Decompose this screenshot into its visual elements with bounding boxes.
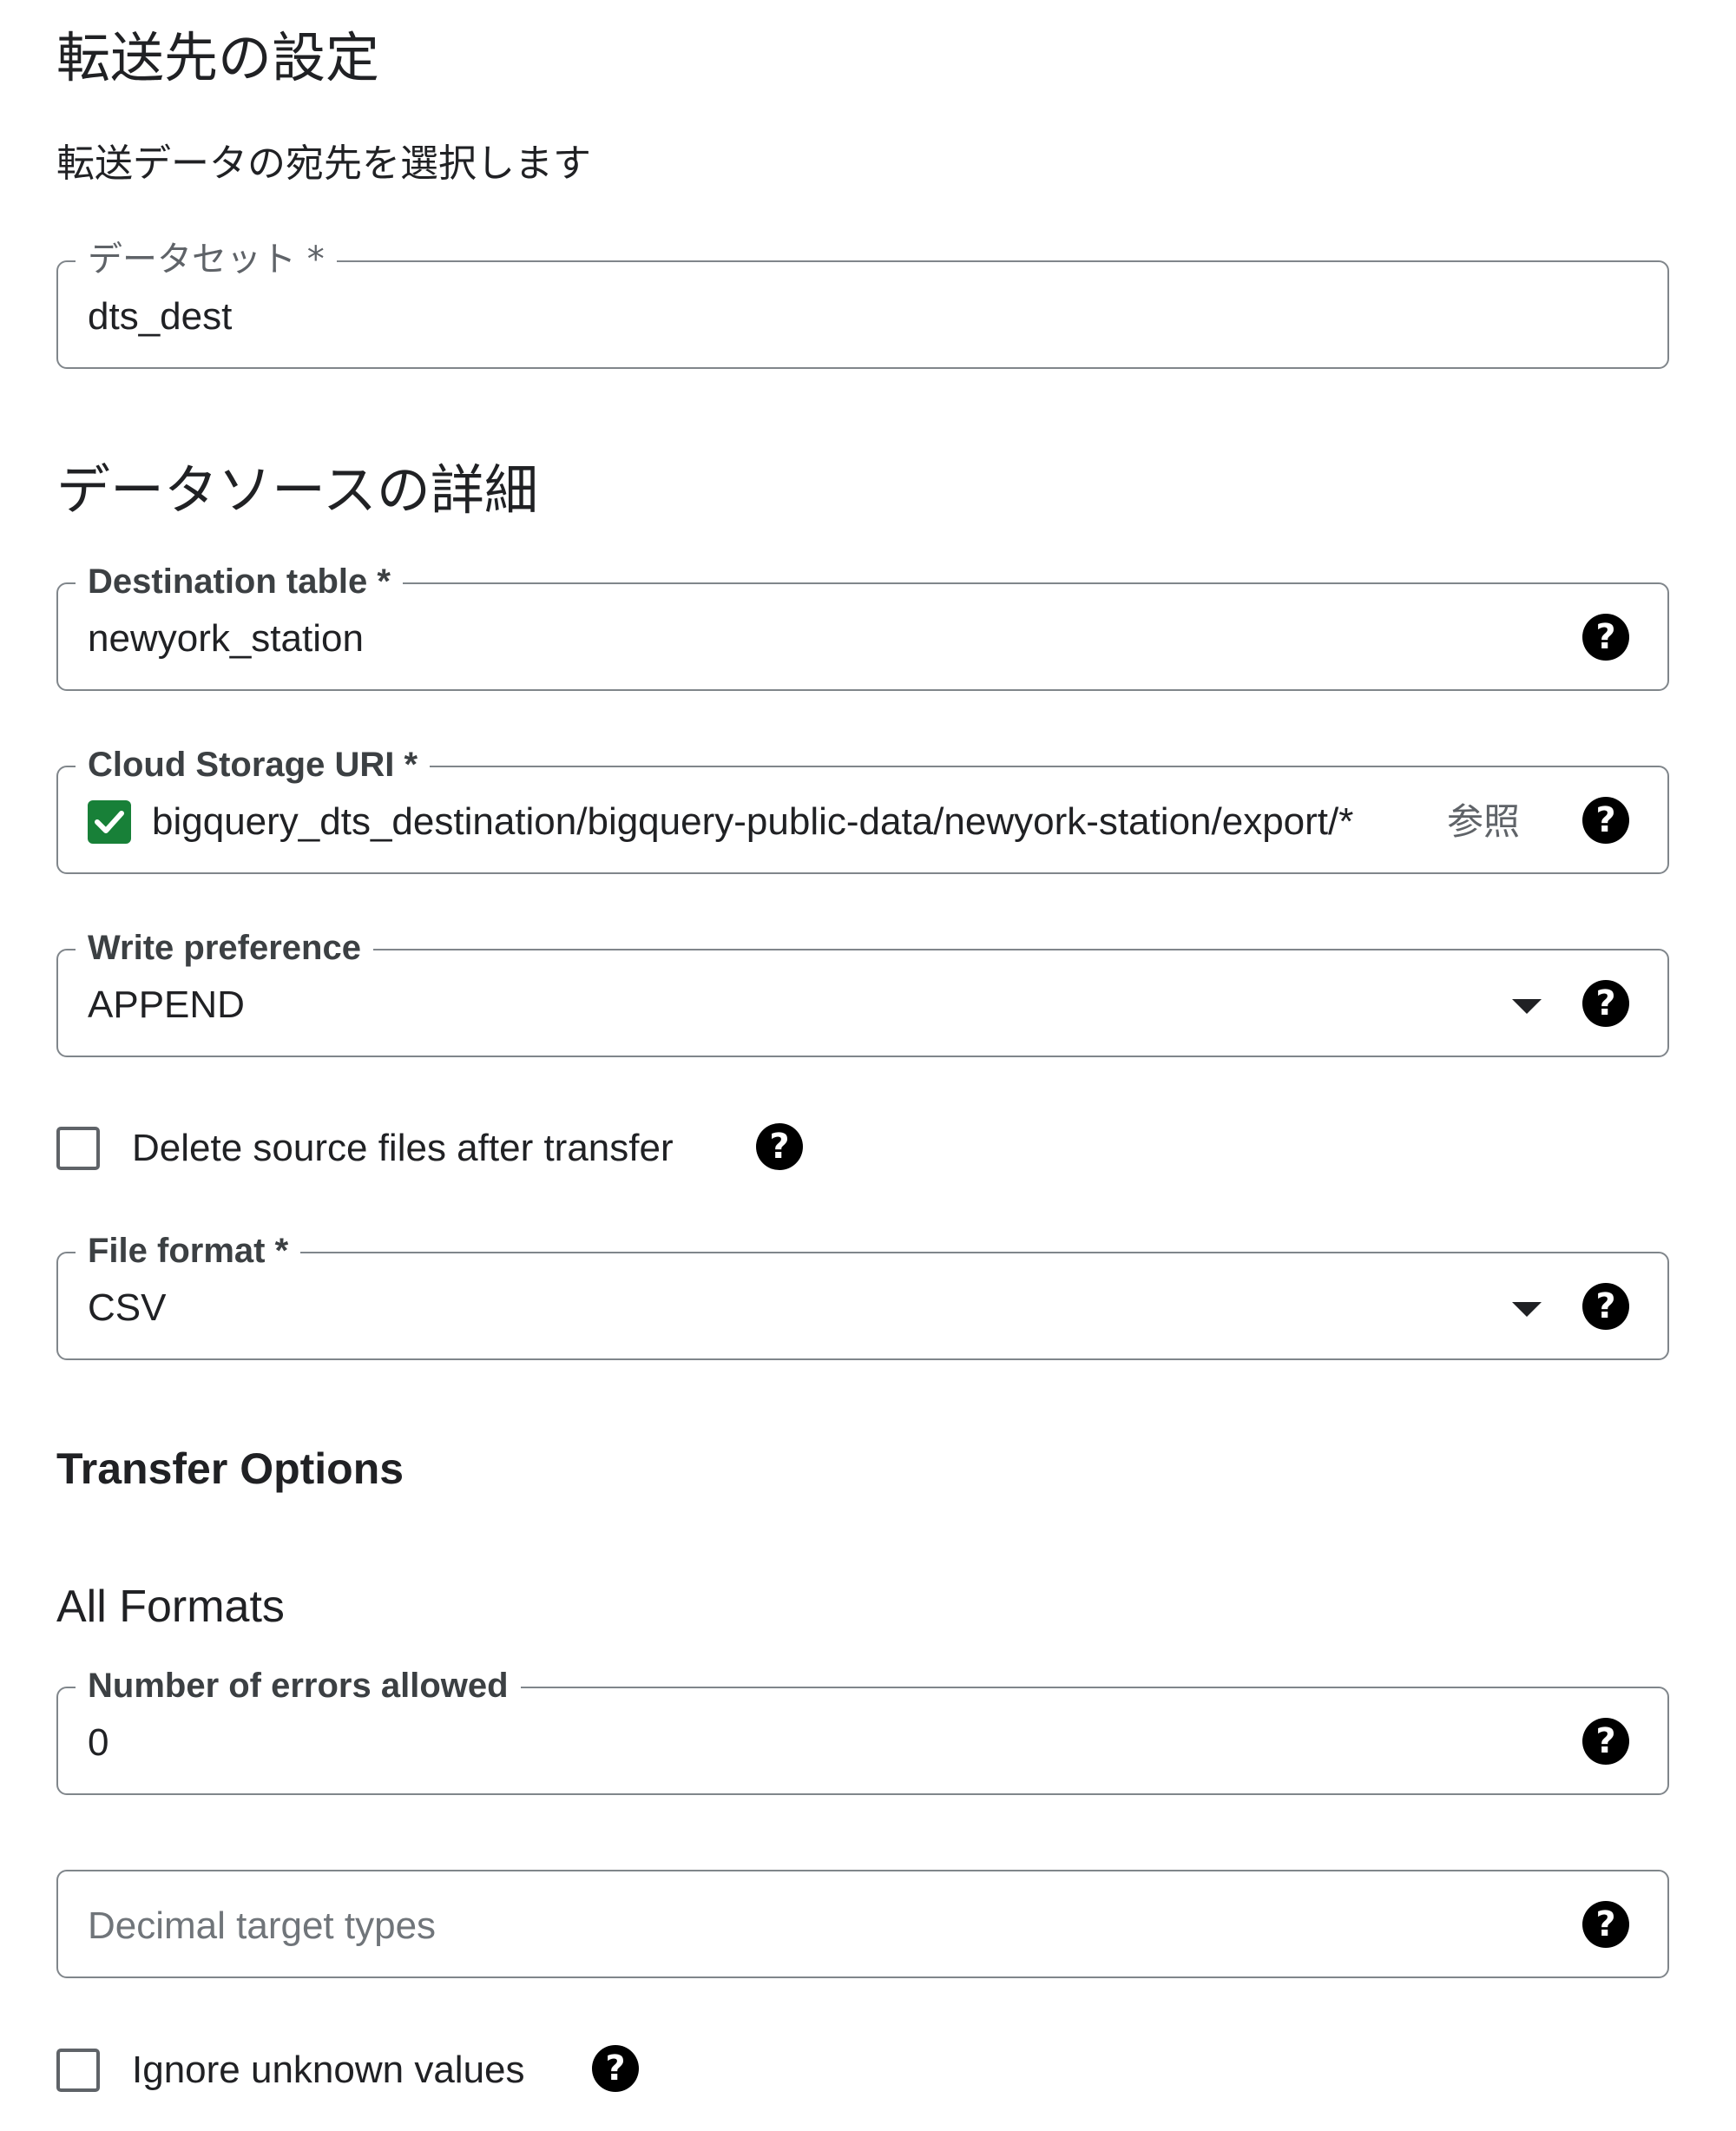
- file-format-label: File format *: [76, 1229, 301, 1273]
- all-formats-title: All Formats: [56, 1582, 285, 1632]
- file-format-value[interactable]: CSV: [88, 1286, 166, 1330]
- help-circle-icon[interactable]: ?: [756, 1123, 803, 1170]
- write-preference-value[interactable]: APPEND: [88, 983, 245, 1027]
- destination-section-subtitle: 転送データの宛先を選択します: [56, 141, 591, 186]
- check-icon: [88, 800, 131, 844]
- help-circle-icon[interactable]: ?: [1582, 614, 1629, 661]
- dataset-field[interactable]: データセット * dts_dest: [56, 238, 1669, 369]
- cloud-storage-uri-value[interactable]: bigquery_dts_destination/bigquery-public…: [152, 800, 1376, 844]
- destination-table-value[interactable]: newyork_station: [88, 617, 364, 661]
- delete-source-checkbox[interactable]: [56, 1127, 100, 1170]
- errors-allowed-label: Number of errors allowed: [76, 1664, 521, 1707]
- file-format-select[interactable]: File format * CSV ?: [56, 1229, 1669, 1360]
- delete-source-label: Delete source files after transfer: [132, 1127, 674, 1169]
- caret-down-icon[interactable]: [1512, 999, 1542, 1014]
- help-circle-icon[interactable]: ?: [1582, 1718, 1629, 1765]
- help-circle-icon[interactable]: ?: [1582, 797, 1629, 844]
- errors-allowed-field[interactable]: Number of errors allowed 0 ?: [56, 1664, 1669, 1795]
- ignore-unknown-checkbox[interactable]: [56, 2049, 100, 2092]
- destination-table-label: Destination table *: [76, 560, 403, 603]
- browse-button[interactable]: 参照: [1447, 800, 1520, 844]
- decimal-target-types-placeholder[interactable]: Decimal target types: [88, 1904, 436, 1948]
- destination-table-field[interactable]: Destination table * newyork_station ?: [56, 560, 1669, 691]
- write-preference-select[interactable]: Write preference APPEND ?: [56, 926, 1669, 1057]
- transfer-options-title: Transfer Options: [56, 1444, 404, 1493]
- decimal-target-types-field[interactable]: Decimal target types ?: [56, 1870, 1669, 1978]
- caret-down-icon[interactable]: [1512, 1302, 1542, 1317]
- cloud-storage-uri-field[interactable]: Cloud Storage URI * bigquery_dts_destina…: [56, 743, 1669, 874]
- help-circle-icon[interactable]: ?: [1582, 980, 1629, 1027]
- dataset-field-label: データセット *: [76, 238, 337, 281]
- errors-allowed-value[interactable]: 0: [88, 1721, 108, 1765]
- cloud-storage-uri-label: Cloud Storage URI *: [76, 743, 431, 786]
- dataset-field-value[interactable]: dts_dest: [88, 295, 232, 339]
- help-circle-icon[interactable]: ?: [1582, 1901, 1629, 1948]
- help-circle-icon[interactable]: ?: [592, 2045, 639, 2092]
- ignore-unknown-label: Ignore unknown values: [132, 2049, 525, 2091]
- help-circle-icon[interactable]: ?: [1582, 1283, 1629, 1330]
- source-section-title: データソースの詳細: [56, 458, 538, 522]
- write-preference-label: Write preference: [76, 926, 373, 970]
- destination-section-title: 転送先の設定: [56, 26, 380, 89]
